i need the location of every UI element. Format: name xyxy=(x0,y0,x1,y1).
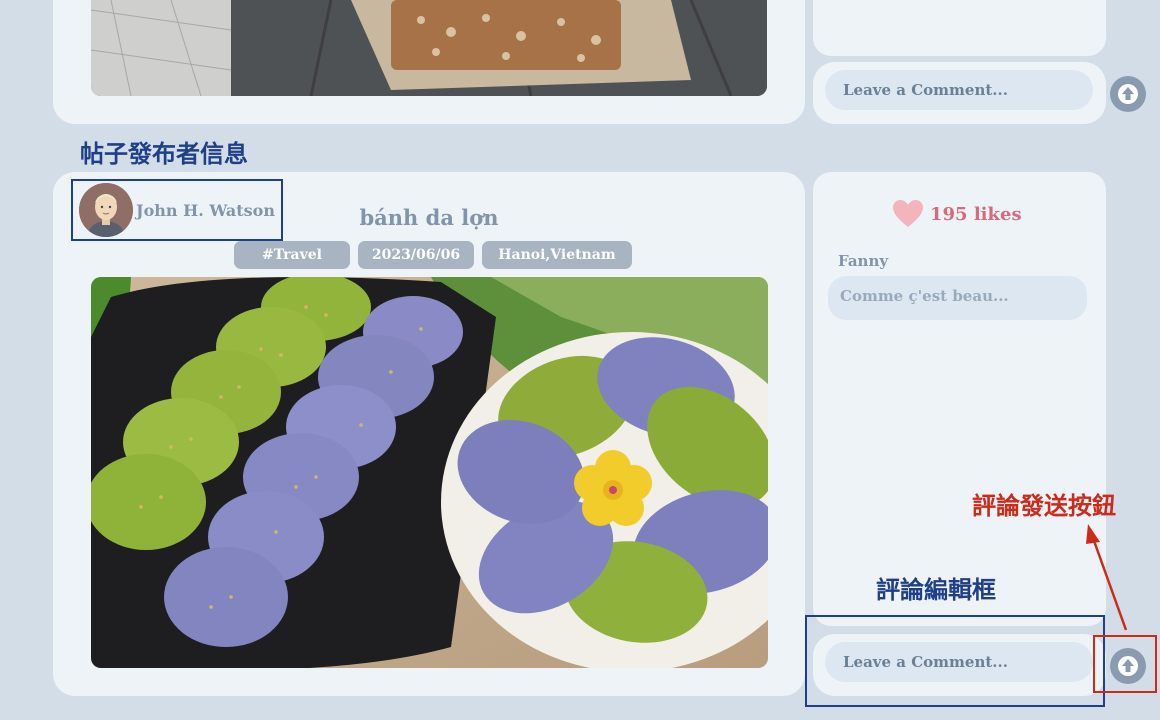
side-panel xyxy=(813,172,1106,626)
comment-box-annotation: 評論編輯框 xyxy=(876,576,996,604)
comment-box-highlight xyxy=(805,615,1105,707)
tag-location[interactable]: Hanoi,Vietnam xyxy=(482,241,632,269)
likes[interactable]: 195 likes xyxy=(892,199,1022,229)
post-title: bánh da lợn xyxy=(359,205,499,230)
previous-comment-input[interactable] xyxy=(825,70,1093,110)
previous-comment-box xyxy=(813,62,1106,124)
poster-info-highlight xyxy=(71,179,283,241)
comment-username: Fanny xyxy=(838,252,889,270)
annotation-arrow xyxy=(1086,524,1128,631)
poster-info-annotation: 帖子發布者信息 xyxy=(80,140,248,168)
previous-post-photo xyxy=(91,0,767,96)
post-photo xyxy=(91,277,768,668)
heart-icon[interactable] xyxy=(892,199,924,229)
tag-date[interactable]: 2023/06/06 xyxy=(358,241,474,269)
previous-send-button[interactable] xyxy=(1110,76,1146,112)
previous-likes-panel xyxy=(813,0,1106,56)
send-button-annotation: 評論發送按鈕 xyxy=(972,492,1116,520)
comment-bubble: Comme ç'est beau... xyxy=(828,276,1087,320)
tag-category[interactable]: #Travel xyxy=(234,241,350,269)
previous-post-card xyxy=(53,0,805,124)
comment-text: Comme ç'est beau... xyxy=(840,287,1009,305)
send-button-highlight xyxy=(1093,635,1157,693)
likes-count: 195 likes xyxy=(930,203,1022,225)
arrow-up-icon xyxy=(1118,84,1138,104)
